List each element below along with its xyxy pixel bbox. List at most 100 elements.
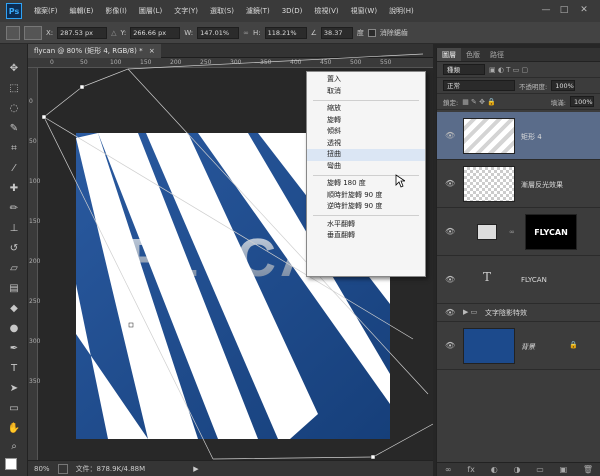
menu-separator <box>313 99 419 101</box>
menu-item-flip-vertical[interactable]: 垂直翻轉 <box>307 230 425 242</box>
dodge-tool-icon[interactable]: ● <box>7 322 21 336</box>
layer-row[interactable]: 👁 T FLYCAN <box>437 256 600 304</box>
antialias-checkbox[interactable] <box>367 28 376 37</box>
visibility-eye-icon[interactable]: 👁 <box>445 308 455 317</box>
blend-row: 正常 不透明度: 100% <box>437 78 600 94</box>
layer-row[interactable]: 👁 矩形 4 <box>437 112 600 160</box>
minimize-button[interactable]: — <box>540 4 552 16</box>
menu-item-perspective[interactable]: 透視 <box>307 138 425 150</box>
menu-item-scale[interactable]: 縮放 <box>307 103 425 115</box>
tab-channels[interactable]: 色版 <box>461 48 485 61</box>
adjustment-icon[interactable]: ◑ <box>513 465 520 474</box>
h-label: H: <box>252 28 261 37</box>
mask-icon[interactable]: ◐ <box>491 465 498 474</box>
link-icon[interactable]: △ <box>111 29 116 37</box>
eraser-tool-icon[interactable]: ▱ <box>7 262 21 276</box>
visibility-eye-icon[interactable]: 👁 <box>445 341 455 350</box>
layer-group-row[interactable]: 👁 ▶ ▭ 文字陰影特效 <box>437 304 600 322</box>
width-field[interactable]: 147.01% <box>197 26 240 39</box>
maximize-button[interactable]: □ <box>558 4 570 16</box>
layer-thumbnail <box>463 328 515 364</box>
options-bar: X: 287.53 px △ Y: 266.66 px W: 147.01% ∞… <box>0 22 600 44</box>
tools-panel: ✥ ⬚ ◌ ✎ ⌗ ⁄ ✚ ✏ ⊥ ↺ ▱ ▤ ◆ ● ✒ T ➤ ▭ ✋ ⌕ <box>0 44 28 476</box>
lasso-tool-icon[interactable]: ◌ <box>7 102 21 116</box>
menu-select[interactable]: 選取(S) <box>204 6 240 16</box>
y-field[interactable]: 266.66 px <box>130 26 181 39</box>
menu-item-cancel[interactable]: 取消 <box>307 86 425 98</box>
menu-edit[interactable]: 編輯(E) <box>64 6 100 16</box>
brush-tool-icon[interactable]: ✏ <box>7 202 21 216</box>
clone-stamp-tool-icon[interactable]: ⊥ <box>7 222 21 236</box>
x-field[interactable]: 287.53 px <box>57 26 108 39</box>
angle-field[interactable]: 38.37 <box>320 26 353 39</box>
path-select-tool-icon[interactable]: ➤ <box>7 382 21 396</box>
zoom-tool-icon[interactable]: ⌕ <box>7 440 21 454</box>
trash-icon[interactable]: 🗑 <box>583 465 593 474</box>
crop-tool-icon[interactable]: ⌗ <box>7 142 21 156</box>
x-label: X: <box>46 28 54 37</box>
tab-layers[interactable]: 圖層 <box>437 48 461 61</box>
shape-tool-icon[interactable]: ▭ <box>7 402 21 416</box>
move-tool-icon[interactable]: ✥ <box>7 62 21 76</box>
menu-filter[interactable]: 濾鏡(T) <box>240 6 276 16</box>
gradient-tool-icon[interactable]: ▤ <box>7 282 21 296</box>
fill-field[interactable]: 100% <box>570 96 594 107</box>
menu-layer[interactable]: 圖層(L) <box>133 6 168 16</box>
eyedropper-tool-icon[interactable]: ⁄ <box>7 162 21 176</box>
menu-item-rotate-180[interactable]: 旋轉 180 度 <box>307 178 425 190</box>
reference-point-icon[interactable] <box>24 25 42 40</box>
marquee-tool-icon[interactable]: ⬚ <box>7 82 21 96</box>
layer-row[interactable]: 👁 ∞ FLYCAN <box>437 208 600 256</box>
menu-image[interactable]: 影像(I) <box>99 6 133 16</box>
menu-view[interactable]: 檢視(V) <box>308 6 344 16</box>
height-field[interactable]: 118.21% <box>264 26 307 39</box>
tab-paths[interactable]: 路徑 <box>485 48 509 61</box>
lock-icons[interactable]: ▦ ✎ ✥ 🔒 <box>462 98 496 106</box>
menu-item-place[interactable]: 置入 <box>307 74 425 86</box>
menu-3d[interactable]: 3D(D) <box>276 7 309 15</box>
menu-file[interactable]: 檔案(F) <box>28 6 64 16</box>
group-expand-icon[interactable]: ▶ ▭ <box>463 308 477 316</box>
filter-icons[interactable]: ▣ ◐ T ▭ ▢ <box>489 66 528 74</box>
angle-icon: ∠ <box>310 28 317 37</box>
status-menu-arrow-icon[interactable]: ▶ <box>193 465 198 473</box>
blend-mode-select[interactable]: 正常 <box>443 80 515 91</box>
pen-tool-icon[interactable]: ✒ <box>7 342 21 356</box>
chain-icon[interactable]: ∞ <box>243 29 249 37</box>
fx-icon[interactable]: fx <box>467 465 475 474</box>
transform-tool-icon <box>6 25 20 40</box>
layer-row[interactable]: 👁 漸層反光效果 <box>437 160 600 208</box>
quick-select-tool-icon[interactable]: ✎ <box>7 122 21 136</box>
zoom-level[interactable]: 80% <box>34 465 50 473</box>
history-brush-tool-icon[interactable]: ↺ <box>7 242 21 256</box>
menu-item-rotate-90-cw[interactable]: 順時針旋轉 90 度 <box>307 190 425 202</box>
menu-window[interactable]: 視窗(W) <box>345 6 383 16</box>
menu-item-warp[interactable]: 彎曲 <box>307 161 425 173</box>
menu-item-distort[interactable]: 扭曲 <box>307 149 425 161</box>
menu-item-flip-horizontal[interactable]: 水平翻轉 <box>307 219 425 231</box>
menu-type[interactable]: 文字(Y) <box>168 6 204 16</box>
link-icon[interactable]: ∞ <box>509 228 515 236</box>
menu-help[interactable]: 說明(H) <box>383 6 420 16</box>
visibility-eye-icon[interactable]: 👁 <box>445 131 455 140</box>
layer-row[interactable]: 👁 背景 🔒 <box>437 322 600 370</box>
status-icon[interactable] <box>57 463 68 474</box>
opacity-field[interactable]: 100% <box>551 80 576 91</box>
new-group-icon[interactable]: ▭ <box>536 465 544 474</box>
hand-tool-icon[interactable]: ✋ <box>7 422 21 436</box>
menu-item-rotate-90-ccw[interactable]: 逆時針旋轉 90 度 <box>307 201 425 213</box>
foreground-color-swatch[interactable] <box>5 458 17 470</box>
layer-filter-select[interactable]: 種類 <box>443 64 485 75</box>
document-info: 文件：878.9K/4.88M <box>75 464 146 473</box>
visibility-eye-icon[interactable]: 👁 <box>445 227 455 236</box>
menu-item-skew[interactable]: 傾斜 <box>307 126 425 138</box>
type-tool-icon[interactable]: T <box>7 362 21 376</box>
visibility-eye-icon[interactable]: 👁 <box>445 275 455 284</box>
link-layers-icon[interactable]: ∞ <box>445 465 452 474</box>
blur-tool-icon[interactable]: ◆ <box>7 302 21 316</box>
visibility-eye-icon[interactable]: 👁 <box>445 179 455 188</box>
close-button[interactable]: ✕ <box>578 4 590 16</box>
healing-tool-icon[interactable]: ✚ <box>7 182 21 196</box>
menu-item-rotate[interactable]: 旋轉 <box>307 115 425 127</box>
new-layer-icon[interactable]: ▣ <box>560 465 568 474</box>
